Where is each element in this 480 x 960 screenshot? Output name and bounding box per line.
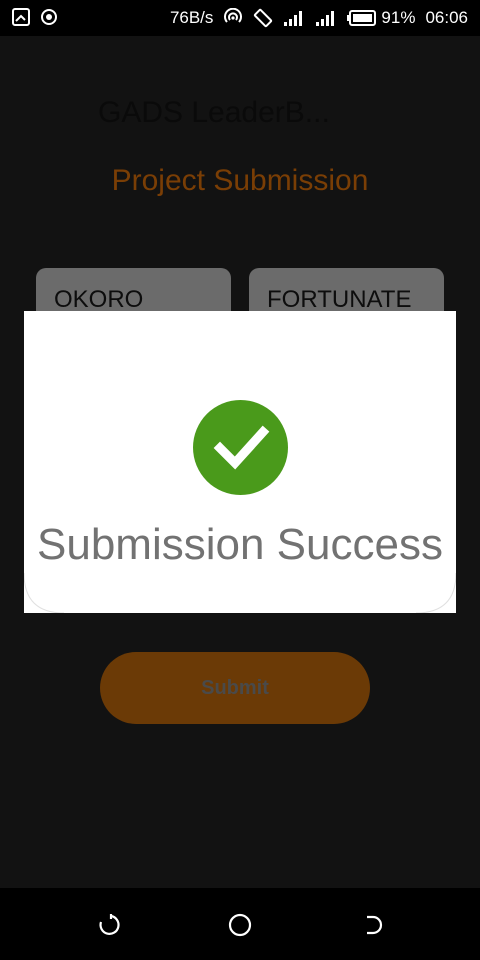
check-circle-icon (193, 400, 288, 495)
status-bar: 76B/s 91% 06:06 (0, 0, 480, 36)
navigation-bar (0, 888, 480, 960)
battery-percent: 91% (381, 8, 416, 27)
home-icon[interactable] (227, 912, 253, 938)
battery-icon (347, 10, 377, 26)
last-name-value: FORTUNATE (267, 286, 412, 313)
rotate-icon (254, 8, 273, 28)
screenshot-icon (12, 8, 30, 26)
hotspot-icon (224, 8, 243, 23)
data-signal-icon (316, 11, 335, 26)
network-speed: 76B/s (169, 8, 214, 27)
status-left (12, 8, 58, 26)
submit-button[interactable]: Submit (100, 652, 370, 724)
app-title: GADS LeaderB... (98, 96, 330, 129)
recents-icon[interactable] (359, 912, 385, 938)
page-heading: Project Submission (111, 164, 369, 197)
status-right: 76B/s 91% 06:06 (170, 8, 468, 28)
signal-icon (284, 11, 303, 26)
record-icon (41, 9, 57, 25)
clock: 06:06 (425, 8, 468, 27)
first-name-value: OKORO (54, 286, 144, 313)
success-message: Submission Success (37, 520, 443, 569)
back-icon[interactable] (95, 912, 121, 938)
